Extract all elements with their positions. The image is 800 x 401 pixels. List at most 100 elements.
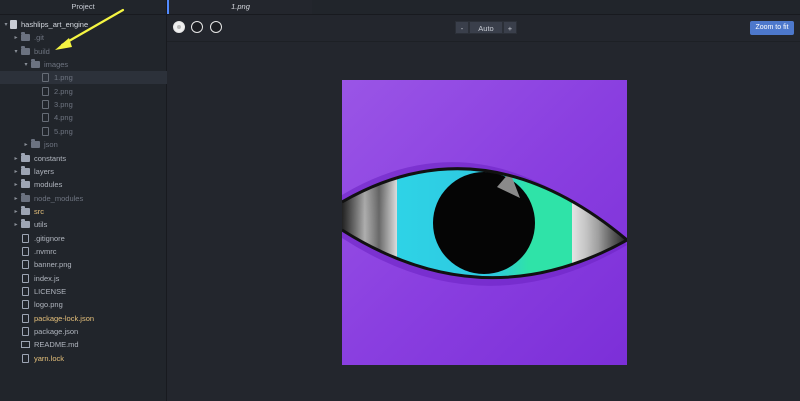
tree-item-label: yarn.lock (34, 353, 65, 363)
tree-item-index-js[interactable]: index.js (0, 272, 178, 285)
zoom-in-button[interactable]: + (503, 21, 517, 34)
tree-item-label: images (44, 60, 69, 70)
folder-icon (21, 205, 30, 215)
tree-item-constants[interactable]: ▸ constants (0, 152, 178, 165)
tree-item-label: utils (34, 220, 48, 230)
tree-item-yarn-lock[interactable]: yarn.lock (0, 352, 178, 365)
folder-icon (21, 45, 30, 55)
chevron-right-icon[interactable]: ▸ (12, 221, 20, 228)
file-icon (22, 327, 29, 337)
zoom-out-button[interactable]: - (455, 21, 469, 34)
tree-item-images[interactable]: ▾ images (0, 58, 188, 71)
chevron-right-icon[interactable]: ▸ (12, 168, 20, 175)
transparent-background-icon[interactable] (173, 21, 185, 33)
tree-item-utils[interactable]: ▸ utils (0, 218, 178, 231)
folder-icon (21, 152, 30, 162)
tree-item-json[interactable]: ▸ json (0, 138, 188, 151)
folder-icon (21, 32, 30, 42)
file-icon (42, 86, 49, 96)
folder-icon (31, 59, 40, 69)
file-icon (22, 273, 29, 283)
chevron-down-icon[interactable]: ▾ (2, 21, 10, 28)
sidebar-header[interactable]: Project (0, 0, 166, 15)
zoom-to-fit-button[interactable]: Zoom to fit (750, 21, 794, 35)
tree-item-banner-png[interactable]: banner.png (0, 258, 178, 271)
file-icon (22, 353, 29, 363)
tree-item-node-modules[interactable]: ▸ node_modules (0, 192, 178, 205)
tree-item-build[interactable]: ▾ build (0, 45, 178, 58)
chevron-right-icon[interactable]: ▸ (12, 195, 20, 202)
zoom-level-button[interactable]: Auto (469, 21, 503, 34)
tree-item-modules[interactable]: ▸ modules (0, 178, 178, 191)
tree-item-src[interactable]: ▸ src (0, 205, 178, 218)
folder-icon (21, 192, 30, 202)
tree-item-label: .gitignore (34, 233, 65, 243)
tree-item-label: .git (34, 33, 45, 43)
tree-item-license[interactable]: LICENSE (0, 285, 178, 298)
tab-1-png[interactable]: 1.png (167, 0, 312, 14)
tree-item-label: modules (34, 180, 63, 190)
file-icon (22, 313, 29, 323)
tree-item-logo-png[interactable]: logo.png (0, 298, 178, 311)
folder-icon (31, 139, 40, 149)
file-icon (42, 126, 49, 136)
file-icon (22, 246, 29, 256)
tree-item-package-json[interactable]: package.json (0, 325, 178, 338)
folder-icon (21, 219, 30, 229)
tree-item-label: 2.png (54, 86, 73, 96)
chevron-right-icon[interactable]: ▸ (12, 181, 20, 188)
chevron-down-icon[interactable]: ▾ (22, 61, 30, 68)
file-icon (22, 287, 29, 296)
file-icon (42, 73, 49, 83)
tree-item-label: package.json (34, 327, 79, 337)
tree-item-git[interactable]: ▸ .git (0, 31, 178, 44)
tree-item-label: constants (34, 153, 67, 163)
tree-item-label: hashlips_art_engine (21, 20, 89, 29)
tree-item-label: README.md (34, 340, 79, 350)
tree-item-label: package-lock.json (34, 313, 95, 323)
black-circle-icon[interactable] (210, 21, 222, 33)
tree-item-label: node_modules (34, 193, 84, 203)
tree-item-label: logo.png (34, 300, 63, 310)
tree-item-label: layers (34, 166, 55, 176)
tree-item-label: .nvmrc (34, 246, 57, 256)
folder-icon (21, 179, 30, 189)
file-icon (22, 300, 29, 310)
image-toolbar: - Auto + Zoom to fit (167, 15, 800, 42)
eye-illustration (341, 162, 628, 286)
tab-bar: 1.png (167, 0, 800, 15)
chevron-right-icon[interactable]: ▸ (22, 141, 30, 148)
repo-icon (10, 20, 17, 29)
tree-item-label: json (44, 140, 58, 150)
zoom-controls: - Auto + (455, 21, 517, 34)
tree-item-label: 1.png (54, 73, 73, 83)
folder-icon (21, 165, 30, 175)
tree-item-hashlips-art-engine[interactable]: ▾ hashlips_art_engine (0, 18, 168, 31)
tree-item-readme-md[interactable]: README.md (0, 338, 178, 351)
file-icon (22, 233, 29, 243)
project-sidebar: Project ▾ hashlips_art_engine ▸ .git ▾ build ▾… (0, 0, 198, 401)
chevron-right-icon[interactable]: ▸ (12, 208, 20, 215)
tree-item-package-lock-json[interactable]: package-lock.json (0, 312, 178, 325)
file-icon (42, 113, 49, 123)
white-circle-icon[interactable] (191, 21, 203, 33)
tree-item-label: 3.png (54, 100, 73, 110)
markdown-file-icon (21, 341, 30, 349)
tree-item-label: build (34, 46, 50, 56)
chevron-down-icon[interactable]: ▾ (12, 48, 20, 55)
tree-item-label: banner.png (34, 260, 72, 270)
tree-item-layers[interactable]: ▸ layers (0, 165, 178, 178)
tree-item-nvmrc[interactable]: .nvmrc (0, 245, 178, 258)
file-icon (42, 100, 49, 110)
eye-artwork-image (341, 80, 628, 365)
image-viewer (167, 42, 800, 401)
tree-item-label: 4.png (54, 113, 73, 123)
tree-item-label: src (34, 206, 44, 216)
chevron-right-icon[interactable]: ▸ (12, 34, 20, 41)
tree-item-label: LICENSE (34, 287, 67, 296)
file-icon (22, 260, 29, 270)
tree-item-label: 5.png (54, 126, 73, 136)
tree-item-gitignore[interactable]: .gitignore (0, 232, 178, 245)
tree-item-label: index.js (34, 273, 60, 283)
chevron-right-icon[interactable]: ▸ (12, 155, 20, 162)
